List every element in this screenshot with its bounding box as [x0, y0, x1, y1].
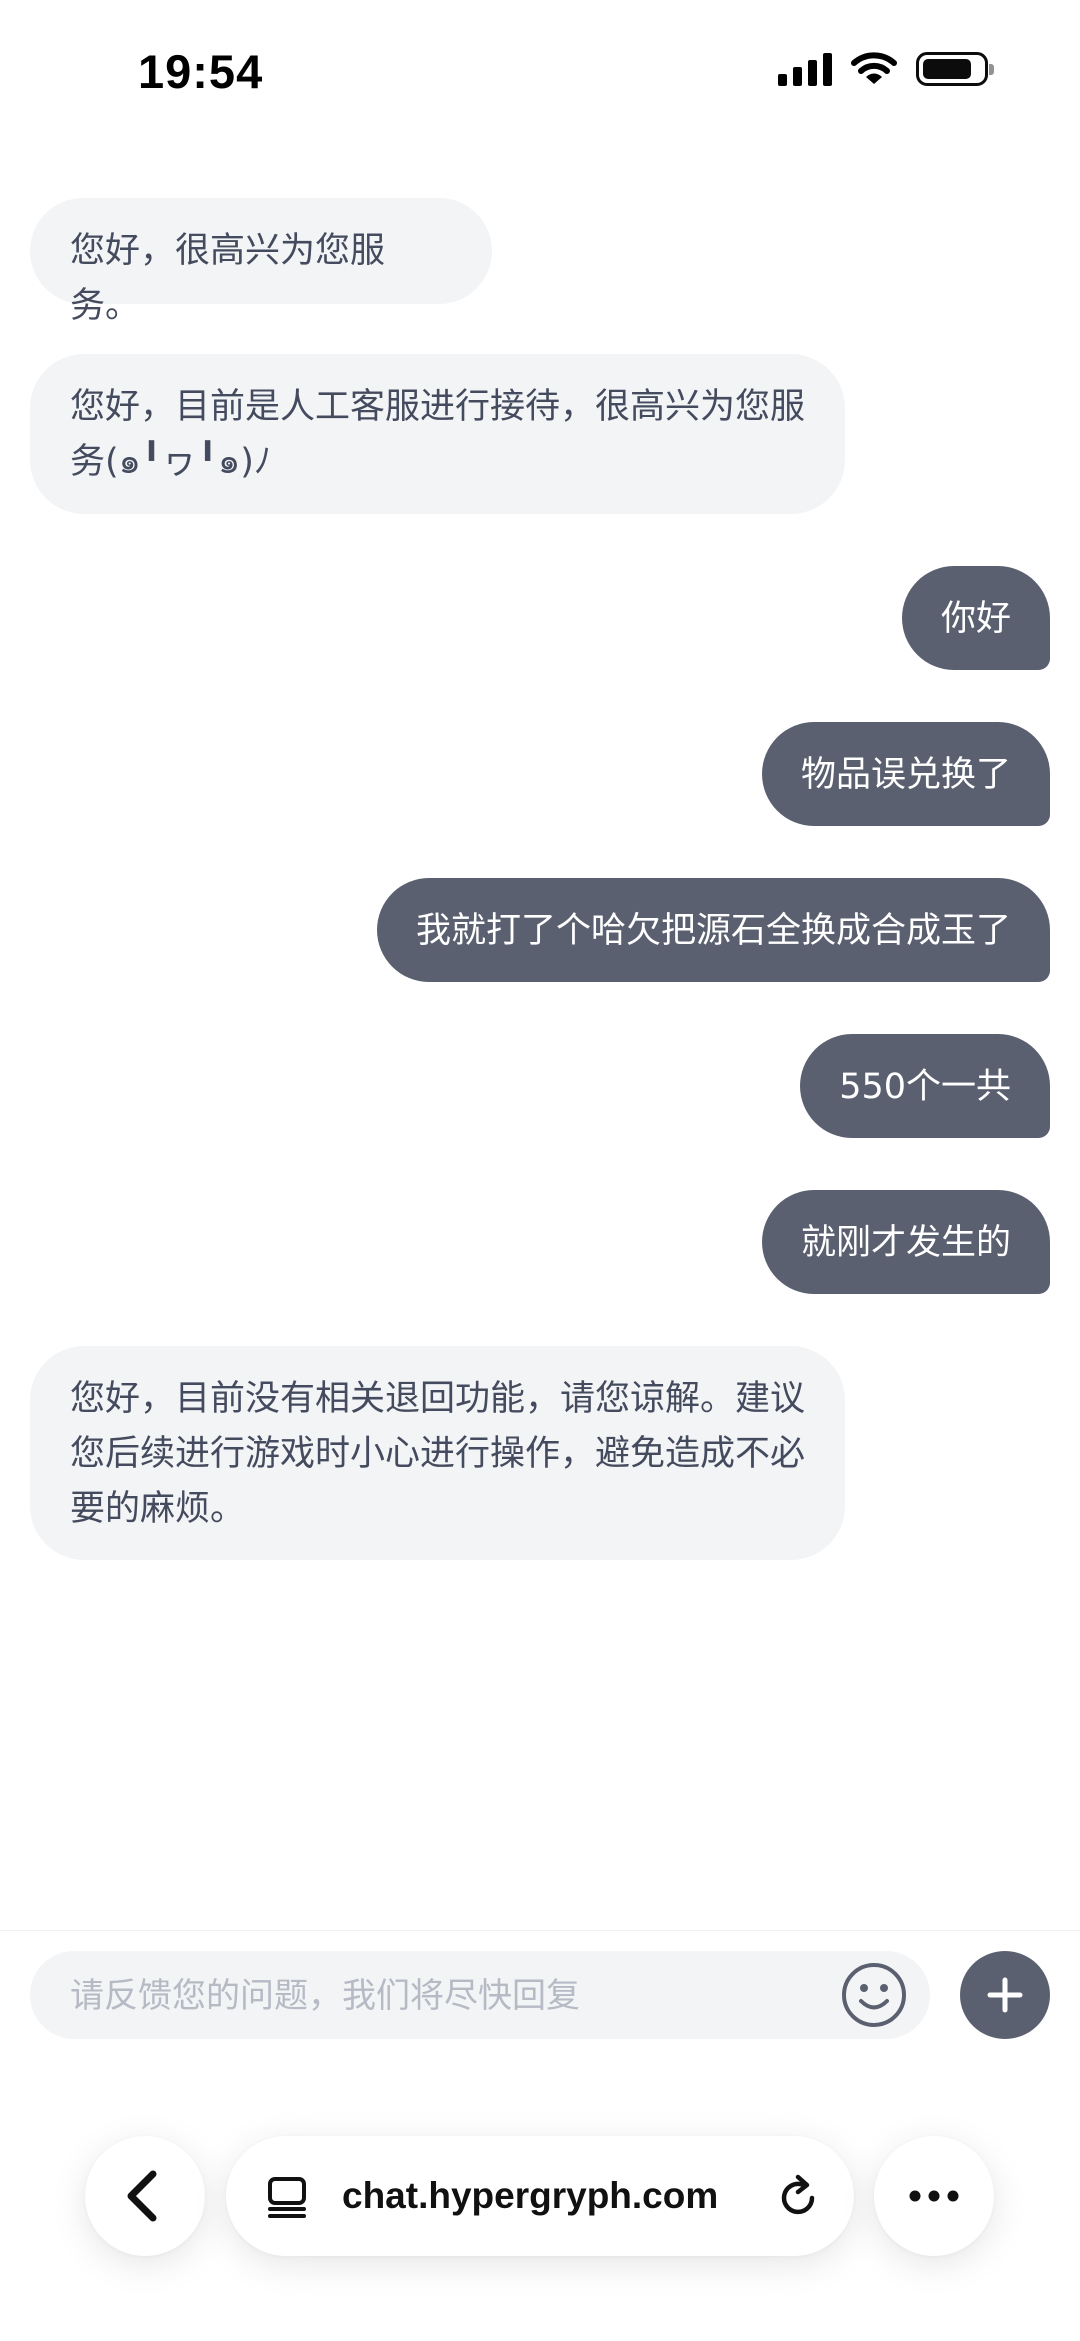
add-button[interactable]: [960, 1951, 1050, 2039]
user-message: 你好: [901, 566, 1050, 670]
agent-message: 您好，很高兴为您服务。: [30, 198, 492, 326]
agent-message: 您好，目前没有相关退回功能，请您谅解。建议您后续进行游戏时小心进行操作，避免造成…: [30, 1346, 845, 1560]
user-message: 物品误兑换了: [761, 722, 1050, 826]
wifi-icon: [851, 52, 897, 84]
message-text: 您好，目前没有相关退回功能，请您谅解。建议您后续进行游戏时小心进行操作，避免造成…: [70, 1379, 806, 1529]
message-text: 物品误兑换了: [800, 755, 1011, 795]
battery-icon: [916, 52, 994, 86]
user-message: 550个一共: [800, 1034, 1050, 1138]
status-time: 19:54: [138, 45, 264, 98]
message-text: 您好，目前是人工客服进行接待，很高兴为您服务(๑╹ヮ╹๑)ﾉ: [70, 387, 806, 482]
emoji-button[interactable]: [840, 1961, 908, 2029]
message-text: 就刚才发生的: [800, 1223, 1011, 1263]
plus-icon: [987, 1977, 1023, 2013]
tabs-icon: [268, 2177, 306, 2218]
smiley-icon: [842, 1963, 906, 2027]
chevron-left-icon: [127, 2170, 157, 2222]
back-button[interactable]: [85, 2136, 205, 2256]
status-icons: [778, 52, 994, 86]
browser-toolbar: chat.hypergryph.com: [0, 2110, 1080, 2341]
message-text: 您好，很高兴为您服务。: [70, 231, 386, 326]
cellular-signal-icon: [778, 52, 832, 86]
status-bar: 19:54: [0, 0, 1080, 140]
reload-icon[interactable]: [776, 2174, 822, 2220]
user-message: 我就打了个哈欠把源石全换成合成玉了: [376, 878, 1050, 982]
message-composer: [0, 1930, 1080, 2101]
ellipsis-icon: [909, 2190, 959, 2202]
url-text: chat.hypergryph.com: [342, 2175, 719, 2216]
agent-message: 您好，目前是人工客服进行接待，很高兴为您服务(๑╹ヮ╹๑)ﾉ: [30, 354, 845, 514]
address-bar[interactable]: chat.hypergryph.com: [226, 2136, 854, 2256]
message-input[interactable]: [68, 1951, 832, 2041]
message-text: 我就打了个哈欠把源石全换成合成玉了: [415, 911, 1011, 951]
message-input-container: [30, 1951, 930, 2041]
message-text: 你好: [940, 599, 1011, 639]
message-text: 550个一共: [839, 1067, 1011, 1107]
more-button[interactable]: [874, 2136, 994, 2256]
user-message: 就刚才发生的: [761, 1190, 1050, 1294]
